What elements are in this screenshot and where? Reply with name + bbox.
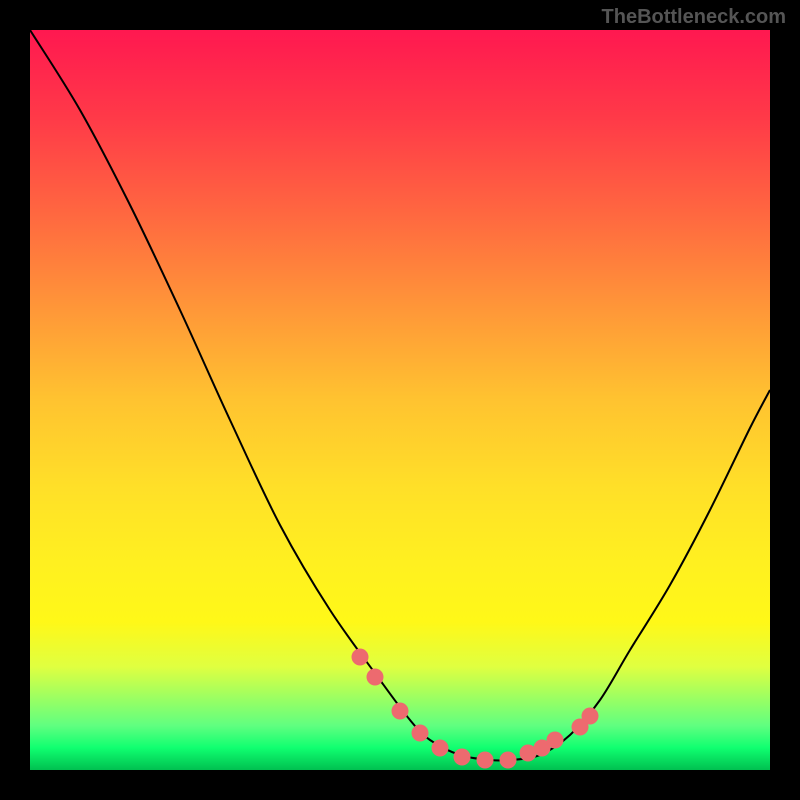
watermark-text: TheBottleneck.com [602,6,786,29]
curve-path [30,30,770,761]
marker-dot [477,752,494,769]
marker-dot [547,732,564,749]
plot-area [30,30,770,770]
marker-dot [582,708,599,725]
marker-dot [412,725,429,742]
marker-dot [432,740,449,757]
chart-container: TheBottleneck.com [0,0,800,800]
marker-dot [500,752,517,769]
curve-markers [352,649,599,769]
marker-dot [392,703,409,720]
marker-dot [454,749,471,766]
marker-dot [352,649,369,666]
marker-dot [367,669,384,686]
chart-svg [30,30,770,770]
